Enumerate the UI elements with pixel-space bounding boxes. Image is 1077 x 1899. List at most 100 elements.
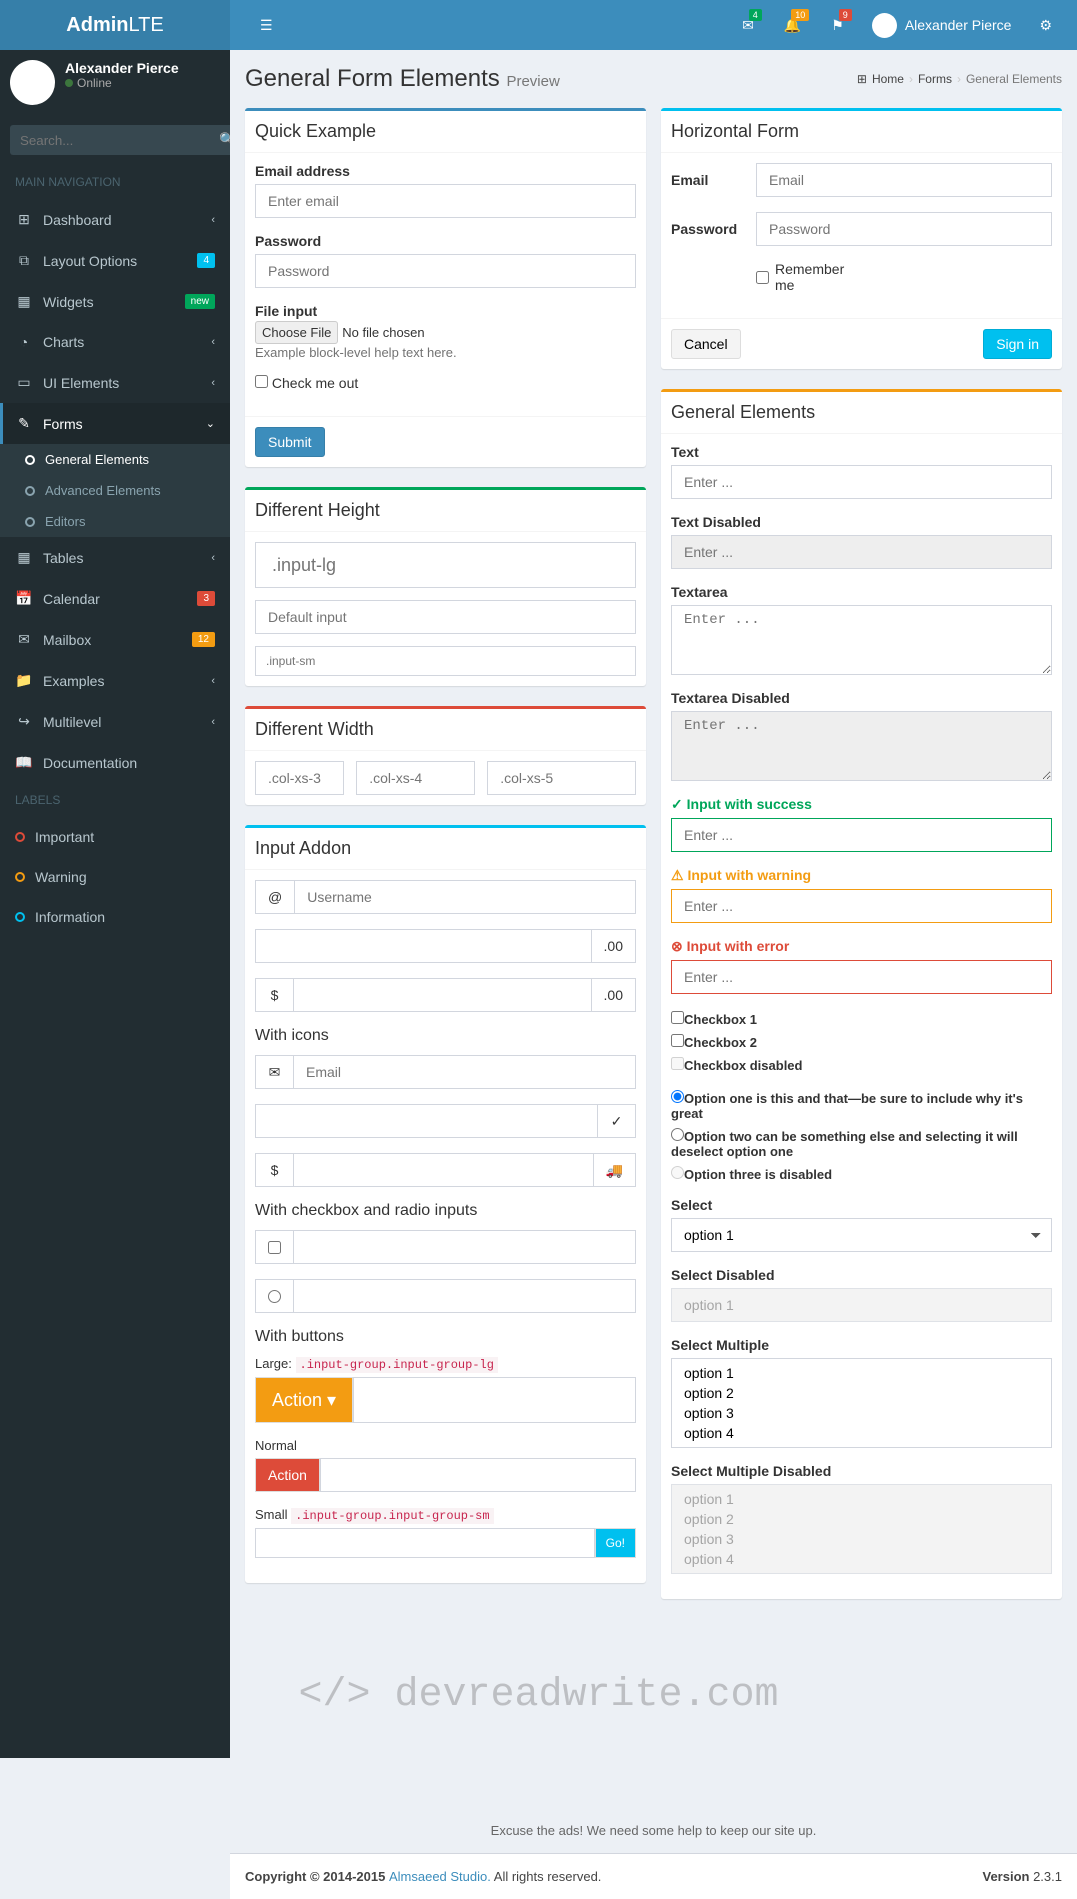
action-button-lg[interactable]: Action ▾: [255, 1377, 353, 1423]
text-disabled-input: [671, 535, 1052, 569]
h-password-input[interactable]: [756, 212, 1052, 246]
sidebar-labels-header: LABELS: [0, 783, 230, 817]
user-menu[interactable]: Alexander Pierce: [864, 5, 1020, 46]
label-warning[interactable]: Warning: [0, 857, 230, 897]
truck-addon-input[interactable]: [293, 1153, 594, 1187]
input-lg[interactable]: [255, 542, 636, 588]
go-input[interactable]: [255, 1528, 595, 1558]
radio-2[interactable]: Option two can be something else and sel…: [671, 1126, 1052, 1159]
signin-button[interactable]: Sign in: [983, 329, 1052, 359]
addon-at: @: [255, 880, 294, 914]
brand-logo[interactable]: AdminLTE: [0, 0, 230, 50]
submit-button[interactable]: Submit: [255, 427, 325, 457]
large-label: Large: .input-group.input-group-lg: [255, 1356, 636, 1372]
textarea-input[interactable]: [671, 605, 1052, 675]
sidebar-item-tables[interactable]: ▦Tables‹: [0, 537, 230, 578]
select-multiple-input[interactable]: option 1option 2option 3option 4option 5: [671, 1358, 1052, 1448]
action-button-normal[interactable]: Action: [255, 1458, 320, 1492]
check-icon: ✓: [598, 1104, 636, 1138]
go-button[interactable]: Go!: [595, 1528, 636, 1558]
checkbox-addon-input[interactable]: [293, 1230, 636, 1264]
check-me-out[interactable]: Check me out: [255, 375, 636, 391]
version: Version 2.3.1: [983, 1869, 1063, 1884]
radio-disabled: Option three is disabled: [671, 1164, 1052, 1182]
error-input[interactable]: [671, 960, 1052, 994]
input-col5[interactable]: [487, 761, 636, 795]
sidebar-subitem-advanced-elements[interactable]: Advanced Elements: [0, 475, 230, 506]
select-label: Select: [671, 1197, 1052, 1213]
text-label: Text: [671, 444, 1052, 460]
dollar-icon: $: [255, 1153, 293, 1187]
remember-me[interactable]: Remember me: [756, 261, 841, 293]
h-email-input[interactable]: [756, 163, 1052, 197]
input-default[interactable]: [255, 600, 636, 634]
small-label: Small .input-group.input-group-sm: [255, 1507, 636, 1523]
sidebar-toggle[interactable]: ☰: [245, 2, 288, 49]
checkbox-2[interactable]: Checkbox 2: [671, 1032, 1052, 1050]
box-title-horizontal: Horizontal Form: [671, 121, 1052, 142]
notifications-icon[interactable]: 🔔10: [774, 2, 811, 49]
sidebar-item-ui-elements[interactable]: ▭UI Elements‹: [0, 362, 230, 403]
sidebar-item-multilevel[interactable]: ↪Multilevel‹: [0, 701, 230, 742]
with-icons-header: With icons: [255, 1027, 636, 1045]
email-input[interactable]: [255, 184, 636, 218]
select-disabled-input: option 1option 2option 3option 4option 5: [671, 1288, 1052, 1322]
file-help: Example block-level help text here.: [255, 345, 636, 360]
checkbox-addon[interactable]: [255, 1230, 293, 1264]
addon-dollar: $: [255, 978, 293, 1012]
sidebar-item-mailbox[interactable]: ✉Mailbox12: [0, 619, 230, 660]
sidebar-subitem-editors[interactable]: Editors: [0, 506, 230, 537]
action-input-normal[interactable]: [320, 1458, 636, 1492]
gears-icon[interactable]: ⚙: [1029, 2, 1062, 49]
addon-cents: .00: [592, 929, 636, 963]
username-input[interactable]: [294, 880, 636, 914]
box-title-addon: Input Addon: [255, 838, 636, 859]
amount-input-2[interactable]: [293, 978, 592, 1012]
breadcrumb-home[interactable]: Home: [872, 72, 904, 86]
input-sm[interactable]: [255, 646, 636, 676]
select-input[interactable]: option 1option 2option 3option 4option 5: [671, 1218, 1052, 1252]
label-important[interactable]: Important: [0, 817, 230, 857]
sidebar-search-button[interactable]: 🔍: [207, 125, 230, 155]
sidebar-search-input[interactable]: [10, 125, 207, 155]
sidebar-item-calendar[interactable]: 📅Calendar3: [0, 578, 230, 619]
sidebar-item-forms[interactable]: ✎Forms⌄: [0, 403, 230, 444]
sidebar-item-charts[interactable]: ◔Charts‹: [0, 322, 230, 362]
h-password-label: Password: [671, 221, 756, 237]
sidebar-nav-header: MAIN NAVIGATION: [0, 165, 230, 199]
text-input[interactable]: [671, 465, 1052, 499]
radio-addon[interactable]: [255, 1279, 293, 1313]
sidebar-subitem-general-elements[interactable]: General Elements: [0, 444, 230, 475]
email-addon-input[interactable]: [293, 1055, 636, 1089]
messages-icon[interactable]: ✉4: [732, 2, 764, 49]
input-col4[interactable]: [356, 761, 475, 795]
flags-icon[interactable]: ⚑9: [821, 2, 854, 49]
amount-input-1[interactable]: [255, 929, 592, 963]
warning-input[interactable]: [671, 889, 1052, 923]
error-label: ⊗ Input with error: [671, 938, 1052, 955]
studio-link[interactable]: Almsaeed Studio.: [389, 1869, 491, 1884]
breadcrumb-forms[interactable]: Forms: [918, 72, 952, 86]
action-input-lg[interactable]: [353, 1377, 636, 1423]
with-checkbox-header: With checkbox and radio inputs: [255, 1202, 636, 1220]
radio-addon-input[interactable]: [293, 1279, 636, 1313]
checkbox-1[interactable]: Checkbox 1: [671, 1009, 1052, 1027]
sidebar-item-widgets[interactable]: ▦Widgetsnew: [0, 281, 230, 322]
cancel-button[interactable]: Cancel: [671, 329, 741, 359]
page-title: General Form Elements Preview: [245, 65, 560, 93]
sidebar-item-layout-options[interactable]: ⧉Layout Options4: [0, 240, 230, 281]
user-panel-avatar: [10, 60, 55, 105]
label-information[interactable]: Information: [0, 897, 230, 937]
input-col3[interactable]: [255, 761, 344, 795]
with-buttons-header: With buttons: [255, 1328, 636, 1346]
check-addon-input[interactable]: [255, 1104, 598, 1138]
password-input[interactable]: [255, 254, 636, 288]
sidebar-item-documentation[interactable]: 📖Documentation: [0, 742, 230, 783]
checkbox-disabled: Checkbox disabled: [671, 1055, 1052, 1073]
sidebar-item-examples[interactable]: 📁Examples‹: [0, 660, 230, 701]
radio-1[interactable]: Option one is this and that—be sure to i…: [671, 1088, 1052, 1121]
h-email-label: Email: [671, 172, 756, 188]
file-input[interactable]: Choose File No file chosen: [255, 324, 636, 340]
success-input[interactable]: [671, 818, 1052, 852]
sidebar-item-dashboard[interactable]: ⊞Dashboard‹: [0, 199, 230, 240]
